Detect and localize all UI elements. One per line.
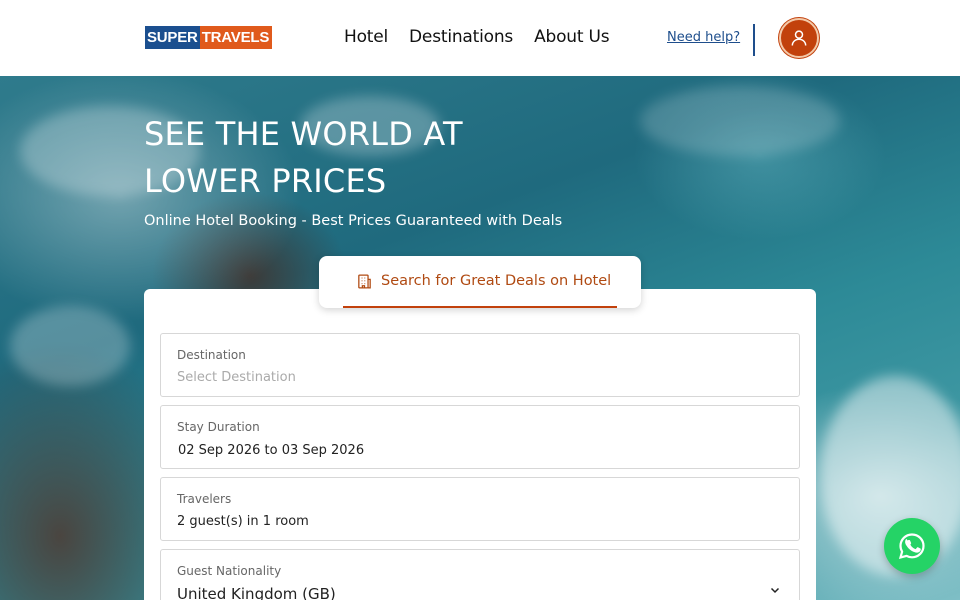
travelers-value: 2 guest(s) in 1 room (177, 514, 309, 529)
guest-nationality-select[interactable]: Guest Nationality United Kingdom (GB) (160, 549, 800, 600)
search-card: Destination Select Destination Stay Dura… (144, 289, 816, 600)
logo-part-super: SUPER (145, 26, 200, 49)
tab-hotel-search[interactable]: Search for Great Deals on Hotel (319, 256, 641, 308)
travelers-field[interactable]: Travelers 2 guest(s) in 1 room (160, 477, 800, 541)
tab-active-indicator (343, 306, 617, 308)
user-account-button[interactable] (779, 18, 819, 58)
hero-subtitle: Online Hotel Booking - Best Prices Guara… (144, 213, 563, 229)
site-header: SUPER TRAVELS Hotel Destinations About U… (0, 0, 960, 76)
header-divider (753, 24, 755, 56)
tab-label: Search for Great Deals on Hotel (381, 273, 612, 289)
whatsapp-chat-button[interactable] (884, 518, 940, 574)
chevron-down-icon (770, 587, 780, 594)
user-icon (791, 30, 807, 46)
nav-about-us[interactable]: About Us (534, 26, 610, 48)
destination-label: Destination (177, 348, 246, 362)
stay-duration-field[interactable]: Stay Duration 02 Sep 2026 to 03 Sep 2026 (160, 405, 800, 469)
guest-nationality-value: United Kingdom (GB) (177, 585, 336, 600)
main-nav: Hotel Destinations About Us (344, 26, 610, 48)
nav-destinations[interactable]: Destinations (409, 26, 513, 48)
destination-field[interactable]: Destination Select Destination (160, 333, 800, 397)
logo-part-travels: TRAVELS (199, 26, 273, 49)
need-help-link[interactable]: Need help? (667, 29, 740, 46)
guest-nationality-label: Guest Nationality (177, 564, 282, 578)
hotel-building-icon (358, 273, 371, 289)
logo[interactable]: SUPER TRAVELS (145, 26, 273, 49)
destination-placeholder: Select Destination (177, 370, 296, 385)
hero-title: SEE THE WORLD AT LOWER PRICES (144, 115, 463, 200)
travelers-label: Travelers (177, 492, 232, 506)
stay-duration-label: Stay Duration (177, 420, 260, 434)
whatsapp-icon (898, 533, 925, 560)
stay-duration-value: 02 Sep 2026 to 03 Sep 2026 (178, 443, 365, 458)
hero-section: SEE THE WORLD AT LOWER PRICES Online Hot… (0, 76, 960, 600)
nav-hotel[interactable]: Hotel (344, 26, 388, 48)
